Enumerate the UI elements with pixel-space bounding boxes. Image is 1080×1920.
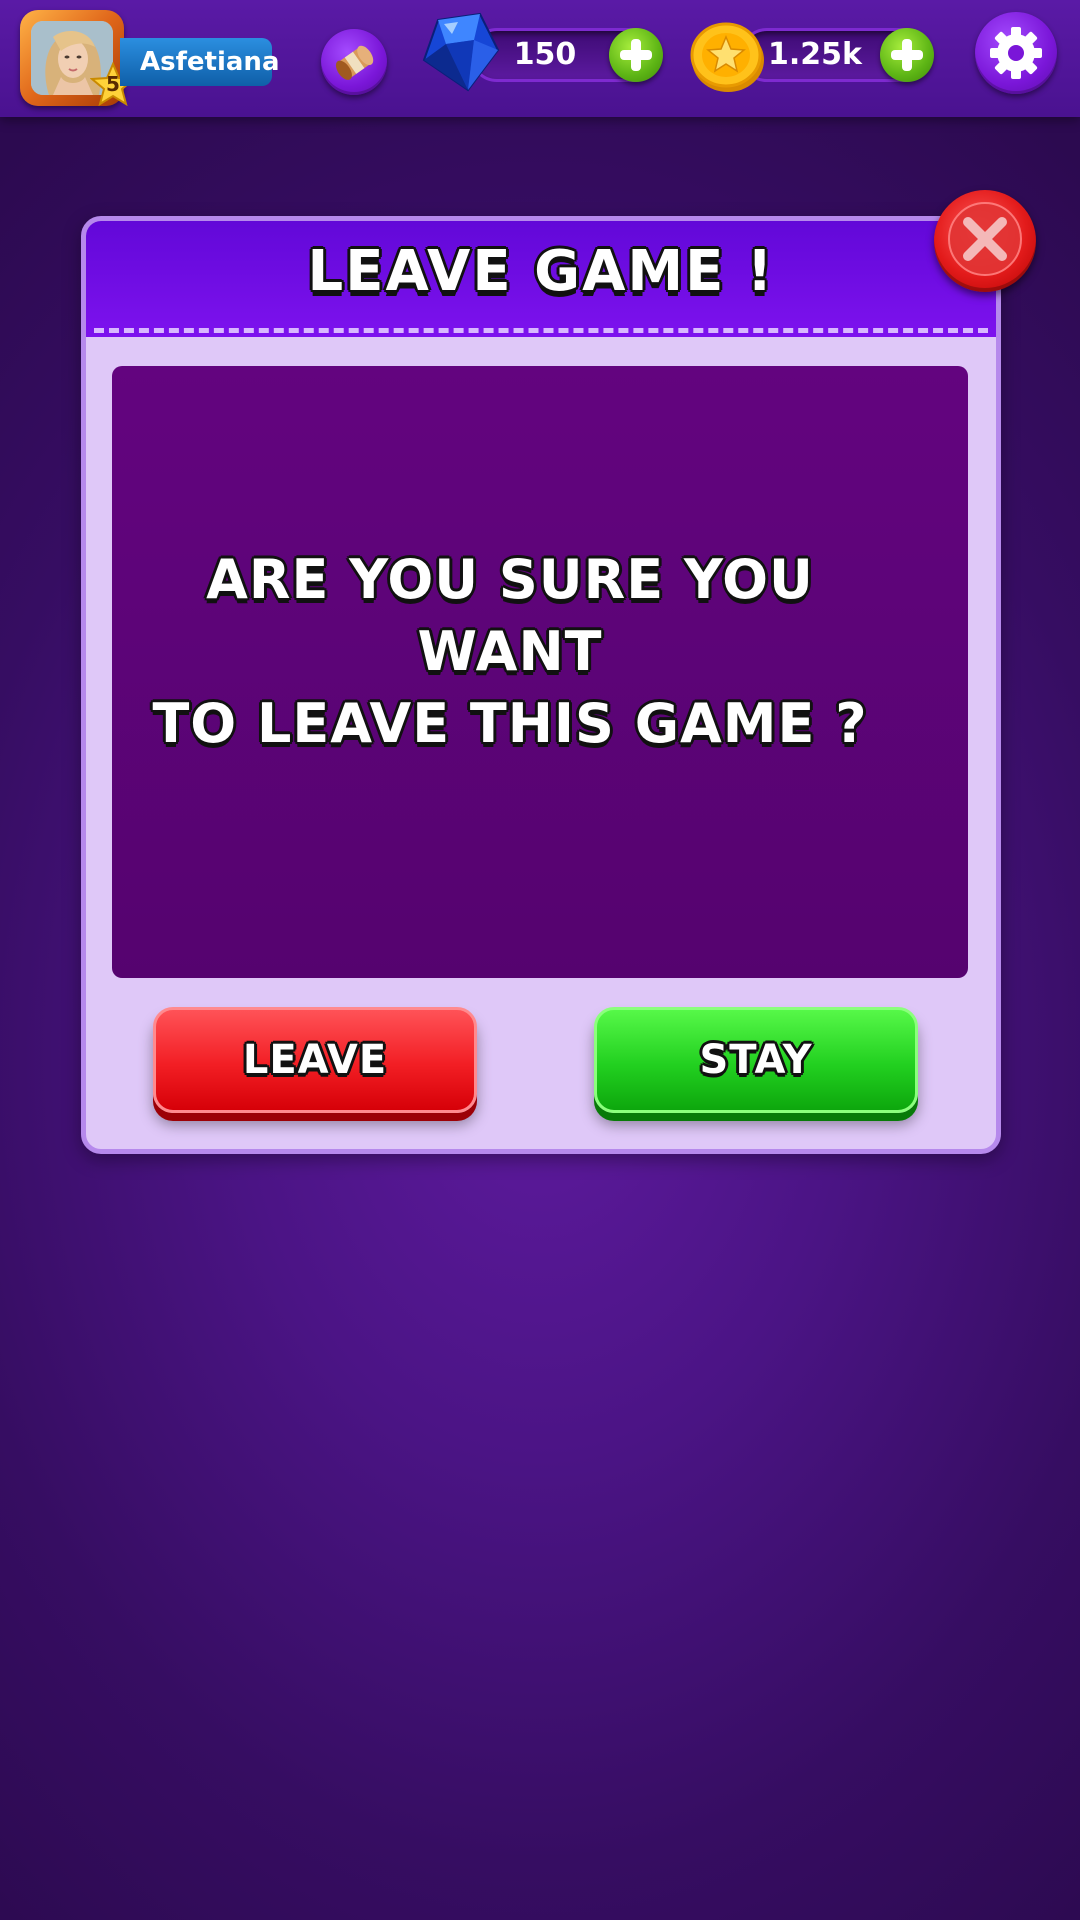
dialog-title: LEAVE GAME ! xyxy=(307,239,775,304)
confirm-message-line-2: TO LEAVE THIS GAME ? xyxy=(152,692,868,755)
top-bar: 5 Asfetiana 150 1.25k xyxy=(0,0,1080,117)
coin-icon xyxy=(690,22,764,92)
username-label: Asfetiana xyxy=(120,38,279,86)
settings-button[interactable] xyxy=(975,12,1057,94)
dialog-header: LEAVE GAME ! xyxy=(86,221,996,337)
gem-icon xyxy=(422,12,500,92)
close-dialog-button[interactable] xyxy=(934,190,1036,292)
gear-icon xyxy=(990,27,1042,79)
add-coins-button[interactable] xyxy=(880,28,934,82)
message-panel: ARE YOU SURE YOU WANT TO LEAVE THIS GAME… xyxy=(112,366,968,978)
plus-icon xyxy=(620,39,652,71)
stay-button[interactable]: STAY xyxy=(594,1007,918,1113)
scroll-button[interactable] xyxy=(321,29,387,95)
scroll-icon xyxy=(335,45,374,80)
coins-value: 1.25k xyxy=(768,37,862,72)
confirm-message: ARE YOU SURE YOU WANT TO LEAVE THIS GAME… xyxy=(122,544,898,760)
leave-button[interactable]: LEAVE xyxy=(153,1007,477,1113)
close-icon xyxy=(948,202,1022,276)
plus-icon xyxy=(891,39,923,71)
header-divider xyxy=(94,328,988,333)
leave-game-dialog: LEAVE GAME ! ARE YOU SURE YOU WANT TO LE… xyxy=(81,216,1001,1154)
add-gems-button[interactable] xyxy=(609,28,663,82)
confirm-message-line-1: ARE YOU SURE YOU WANT xyxy=(206,548,814,683)
